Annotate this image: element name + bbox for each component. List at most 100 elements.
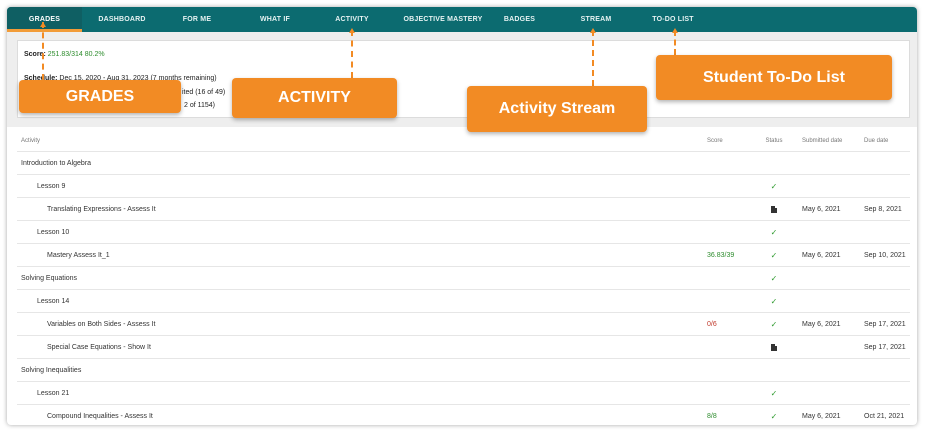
tab-for-me[interactable]: FOR ME [172, 7, 222, 32]
status-cell: ✓ [759, 382, 789, 404]
tab-stream[interactable]: STREAM [572, 7, 620, 32]
submitted-date-cell: May 6, 2021 [802, 205, 841, 213]
score-cell [707, 382, 757, 404]
table-row[interactable]: Introduction to Algebra [17, 152, 910, 175]
score-cell [707, 175, 757, 197]
check-icon: ✓ [770, 273, 778, 283]
table-row[interactable]: Variables on Both Sides - Assess It 0/6 ✓ M… [17, 313, 910, 336]
due-date-cell: Oct 21, 2021 [864, 412, 905, 420]
progress-text: ited (16 of 49) [182, 89, 226, 96]
submitted-date-cell [802, 336, 860, 358]
document-icon [771, 205, 777, 213]
due-date-cell [864, 359, 917, 381]
submitted-date-cell [802, 382, 860, 404]
check-icon: ✓ [770, 411, 778, 421]
submitted-date-cell: May 6, 2021 [802, 251, 841, 259]
table-row[interactable]: Lesson 10 ✓ [17, 221, 910, 244]
status-cell: ✓ [759, 244, 789, 266]
activity-name[interactable]: Special Case Equations - Show It [47, 336, 151, 358]
score-cell [707, 336, 757, 358]
check-icon: ✓ [770, 250, 778, 260]
activity-name[interactable]: Lesson 10 [37, 221, 69, 243]
due-date-cell [864, 152, 917, 174]
grades-pointer [42, 22, 44, 80]
table-row[interactable]: Solving Inequalities [17, 359, 910, 382]
due-date-cell [864, 175, 917, 197]
table-row[interactable]: Solving Equations ✓ [17, 267, 910, 290]
activity-pointer [351, 30, 353, 78]
activity-name[interactable]: Solving Equations [21, 267, 77, 289]
table-row[interactable]: Special Case Equations - Show It Sep 17, … [17, 336, 910, 359]
check-icon: ✓ [770, 319, 778, 329]
score-cell [707, 267, 757, 289]
todo-callout: Student To-Do List [656, 55, 892, 100]
status-cell: ✓ [759, 313, 789, 335]
table-row[interactable]: Compound Inequalities - Assess It 8/8 ✓ May… [17, 405, 910, 425]
tab-what-if[interactable]: WHAT IF [250, 7, 300, 32]
score-cell: 36.83/39 [707, 251, 735, 259]
check-icon: ✓ [770, 388, 778, 398]
grades-arrow-icon [40, 22, 46, 27]
status-cell [759, 198, 789, 220]
header-score: Score [707, 137, 723, 144]
activity-name[interactable]: Solving Inequalities [21, 359, 81, 381]
activity-name[interactable]: Mastery Assess It_1 [47, 244, 110, 266]
table-row[interactable]: Lesson 14 ✓ [17, 290, 910, 313]
due-date-cell [864, 221, 917, 243]
status-cell: ✓ [759, 221, 789, 243]
document-icon [771, 343, 777, 351]
todo-arrow-icon [672, 28, 678, 33]
due-date-cell: Sep 8, 2021 [864, 205, 902, 213]
activity-name[interactable]: Lesson 14 [37, 290, 69, 312]
table-row[interactable]: Translating Expressions - Assess It May 6… [17, 198, 910, 221]
count-text: 2 of 1154) [184, 102, 216, 109]
tab-grades[interactable]: GRADES [7, 7, 82, 32]
activity-name[interactable]: Compound Inequalities - Assess It [47, 405, 153, 425]
submitted-date-cell: May 6, 2021 [802, 412, 841, 420]
activity-arrow-icon [349, 28, 355, 33]
check-icon: ✓ [770, 227, 778, 237]
grades-callout: GRADES [19, 80, 181, 113]
todo-pointer [674, 30, 676, 55]
activity-name[interactable]: Lesson 21 [37, 382, 69, 404]
table-row[interactable]: Lesson 21 ✓ [17, 382, 910, 405]
activity-name[interactable]: Variables on Both Sides - Assess It [47, 313, 155, 335]
score-cell: 8/8 [707, 412, 717, 420]
status-cell [759, 152, 789, 174]
submitted-date-cell [802, 221, 860, 243]
due-date-cell [864, 290, 917, 312]
table-row[interactable]: Lesson 9 ✓ [17, 175, 910, 198]
submitted-date-cell [802, 152, 860, 174]
check-icon: ✓ [770, 181, 778, 191]
check-icon: ✓ [770, 296, 778, 306]
submitted-date-cell [802, 359, 860, 381]
status-cell: ✓ [759, 290, 789, 312]
submitted-date-cell [802, 175, 860, 197]
activity-callout: ACTIVITY [232, 78, 397, 118]
score-cell: 0/6 [707, 320, 717, 328]
submitted-date-cell: May 6, 2021 [802, 320, 841, 328]
header-status: Status [765, 137, 783, 144]
due-date-cell: Sep 17, 2021 [864, 343, 906, 351]
score-line: Score: 251.83/314 80.2% [24, 51, 105, 58]
due-date-cell [864, 267, 917, 289]
table-header: Activity Score Status Submitted date Due… [17, 130, 910, 152]
tab-badges[interactable]: BADGES [497, 7, 542, 32]
tab-dashboard[interactable]: DASHBOARD [89, 7, 155, 32]
submitted-date-cell [802, 290, 860, 312]
tab-objective-mastery[interactable]: OBJECTIVE MASTERY [396, 7, 490, 32]
stream-arrow-icon [590, 28, 596, 33]
activity-name[interactable]: Translating Expressions - Assess It [47, 198, 156, 220]
status-cell: ✓ [759, 405, 789, 425]
status-cell [759, 336, 789, 358]
score-cell [707, 359, 757, 381]
activity-name[interactable]: Introduction to Algebra [21, 152, 91, 174]
header-due-date: Due date [864, 137, 889, 144]
top-nav: GRADES DASHBOARD FOR ME WHAT IF ACTIVITY… [7, 7, 917, 32]
status-cell: ✓ [759, 175, 789, 197]
submitted-date-cell [802, 267, 860, 289]
table-row[interactable]: Mastery Assess It_1 36.83/39 ✓ May 6, 2021 S… [17, 244, 910, 267]
activity-name[interactable]: Lesson 9 [37, 175, 65, 197]
header-activity: Activity [21, 137, 41, 144]
due-date-cell: Sep 10, 2021 [864, 251, 906, 259]
